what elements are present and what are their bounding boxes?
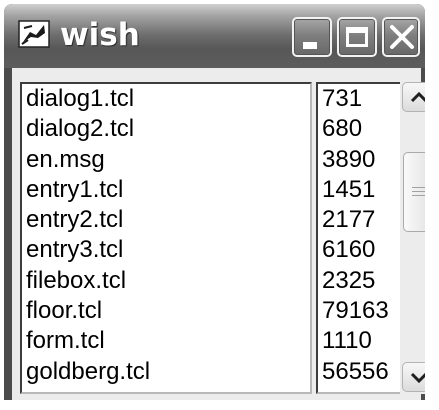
list-item[interactable]: 56556: [318, 357, 410, 387]
list-item[interactable]: en.msg: [22, 145, 310, 175]
maximize-icon: [346, 27, 368, 47]
list-item[interactable]: dialog2.tcl: [22, 114, 310, 144]
scrollbar-thumb[interactable]: [403, 152, 425, 232]
list-item[interactable]: 680: [318, 114, 410, 144]
wish-window: wish dialog1.tcl dialog2.tcl en.msg entr…: [4, 4, 425, 400]
list-item[interactable]: dialog1.tcl: [22, 84, 310, 114]
scroll-down-button[interactable]: [402, 362, 425, 392]
filename-listbox[interactable]: dialog1.tcl dialog2.tcl en.msg entry1.tc…: [20, 82, 312, 394]
list-item[interactable]: entry3.tcl: [22, 235, 310, 265]
list-item[interactable]: 1110: [318, 326, 410, 356]
list-item[interactable]: 1451: [318, 175, 410, 205]
list-item[interactable]: 2177: [318, 205, 410, 235]
client-area: dialog1.tcl dialog2.tcl en.msg entry1.tc…: [12, 68, 421, 400]
close-button[interactable]: [382, 17, 420, 57]
close-icon: [390, 25, 414, 49]
vertical-scrollbar[interactable]: [400, 82, 425, 394]
feather-pen-icon: [18, 20, 50, 48]
grip-line: [412, 191, 425, 192]
grip-line: [412, 195, 425, 196]
chevron-up-icon: [410, 91, 425, 103]
list-item[interactable]: 731: [318, 84, 410, 114]
grip-icon: [412, 187, 425, 188]
list-item[interactable]: 2325: [318, 266, 410, 296]
list-item[interactable]: entry2.tcl: [22, 205, 310, 235]
scroll-up-button[interactable]: [402, 82, 425, 112]
list-item[interactable]: goldberg.tcl: [22, 357, 310, 387]
title-bar[interactable]: wish: [4, 4, 425, 68]
list-item[interactable]: filebox.tcl: [22, 266, 310, 296]
chevron-down-icon: [410, 372, 425, 384]
filesize-listbox[interactable]: 731 680 3890 1451 2177 6160 2325 79163 1…: [316, 82, 412, 394]
minimize-icon: [303, 42, 317, 49]
window-title: wish: [60, 17, 140, 53]
maximize-button[interactable]: [337, 17, 377, 57]
minimize-button[interactable]: [292, 17, 332, 57]
list-item[interactable]: floor.tcl: [22, 296, 310, 326]
list-item[interactable]: form.tcl: [22, 326, 310, 356]
list-item[interactable]: 6160: [318, 235, 410, 265]
list-item[interactable]: 3890: [318, 145, 410, 175]
list-item[interactable]: 79163: [318, 296, 410, 326]
list-item[interactable]: entry1.tcl: [22, 175, 310, 205]
